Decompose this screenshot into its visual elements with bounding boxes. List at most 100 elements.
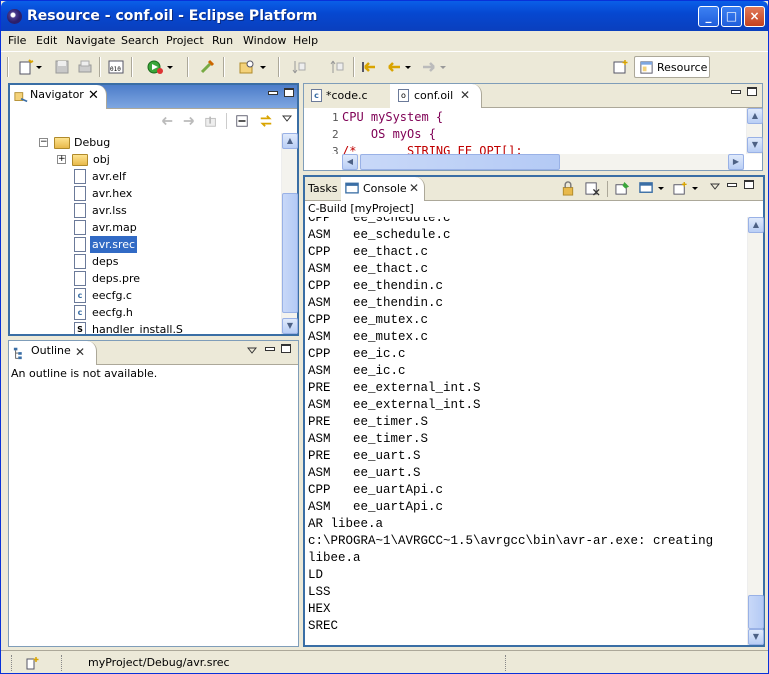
scroll-up-icon[interactable]: ▲: [748, 217, 764, 233]
tree-item-avr-lss[interactable]: avr.lss: [10, 202, 280, 219]
tab-conf-oil[interactable]: o conf.oil ✕: [390, 84, 482, 108]
open-perspective-icon[interactable]: [613, 59, 629, 75]
scroll-down-icon[interactable]: ▼: [747, 137, 763, 153]
minimize-view-icon[interactable]: [265, 347, 275, 351]
console-scrollbar[interactable]: ▲ ▼: [747, 217, 764, 645]
console-line: c:\PROGRA~1\AVRGCC~1.5\avrgcc\bin\avr-ar…: [308, 534, 714, 548]
scroll-right-icon[interactable]: ▶: [728, 154, 744, 170]
minimize-view-icon[interactable]: [731, 90, 741, 94]
clear-console-icon[interactable]: [585, 181, 600, 196]
forward-icon[interactable]: [182, 114, 196, 128]
collapse-all-icon[interactable]: [235, 114, 249, 128]
tree-item-avr-map[interactable]: avr.map: [10, 219, 280, 236]
collapse-icon[interactable]: −: [39, 138, 48, 147]
menu-file[interactable]: File: [8, 34, 26, 47]
hscroll-thumb[interactable]: [360, 154, 560, 170]
editor-vscroll[interactable]: ▲ ▼: [746, 108, 763, 154]
menu-window[interactable]: Window: [243, 34, 286, 47]
tree-item-debug[interactable]: − Debug: [10, 134, 280, 151]
binary-icon[interactable]: 010: [108, 59, 124, 75]
tree-item-eecfg-c[interactable]: c eecfg.c: [10, 287, 280, 304]
external-tools-icon[interactable]: [199, 59, 215, 75]
maximize-view-icon[interactable]: [744, 180, 754, 189]
code-editor[interactable]: 1 CPU mySystem { 2 OS myOs { 3 /* STRING…: [304, 108, 744, 154]
print-icon[interactable]: [77, 59, 93, 75]
console-line: LSS: [308, 585, 331, 599]
display-console-icon[interactable]: [639, 181, 654, 196]
console-line: PRE ee_uart.S: [308, 449, 421, 463]
tab-outline[interactable]: Outline ✕: [9, 341, 97, 365]
menu-project[interactable]: Project: [166, 34, 204, 47]
scroll-left-icon[interactable]: ◀: [342, 154, 358, 170]
maximize-view-icon[interactable]: [284, 88, 294, 97]
menu-search[interactable]: Search: [121, 34, 159, 47]
open-console-icon[interactable]: [673, 181, 688, 196]
scroll-thumb[interactable]: [748, 595, 764, 629]
last-edit-location-icon[interactable]: [361, 59, 377, 75]
tree-item-obj[interactable]: + obj: [10, 151, 280, 168]
open-console-dropdown-icon[interactable]: [691, 185, 699, 193]
close-tab-icon[interactable]: ✕: [460, 88, 470, 102]
open-type-dropdown-icon[interactable]: [259, 59, 267, 75]
tree-item-eecfg-h[interactable]: c eecfg.h: [10, 304, 280, 321]
console-output[interactable]: CPP ee_schedule.c ASM ee_schedule.c CPP ee…: [305, 217, 747, 645]
tree-item-avr-hex[interactable]: avr.hex: [10, 185, 280, 202]
tab-outline-label: Outline: [31, 344, 71, 357]
tab-code-c[interactable]: c *code.c: [304, 84, 390, 108]
menu-help[interactable]: Help: [293, 34, 318, 47]
new-icon[interactable]: [18, 59, 34, 75]
tree-item-deps[interactable]: deps: [10, 253, 280, 270]
close-console-icon[interactable]: ✕: [409, 181, 419, 195]
close-outline-icon[interactable]: ✕: [75, 345, 85, 359]
maximize-view-icon[interactable]: [747, 87, 757, 96]
tree-item-avr-elf[interactable]: avr.elf: [10, 168, 280, 185]
maximize-button[interactable]: □: [721, 6, 742, 27]
tree-item-avr-srec[interactable]: avr.srec: [10, 236, 280, 253]
scroll-up-icon[interactable]: ▲: [747, 108, 763, 124]
back-icon[interactable]: [386, 59, 402, 75]
new-dropdown-icon[interactable]: [35, 59, 43, 75]
menu-run[interactable]: Run: [212, 34, 233, 47]
expand-icon[interactable]: +: [57, 155, 66, 164]
forward-dropdown-icon[interactable]: [439, 59, 447, 75]
link-with-editor-icon[interactable]: [258, 114, 274, 128]
minimize-view-icon[interactable]: [727, 183, 737, 187]
up-icon[interactable]: [204, 114, 218, 128]
menu-navigate[interactable]: Navigate: [66, 34, 115, 47]
view-menu-icon[interactable]: [710, 182, 720, 192]
tab-tasks[interactable]: Tasks: [305, 177, 341, 201]
close-navigator-icon[interactable]: ✕: [88, 88, 99, 103]
tab-navigator[interactable]: Navigator ✕: [10, 85, 107, 109]
editor-hscroll[interactable]: ◀ ▶: [342, 154, 744, 170]
run-dropdown-icon[interactable]: [166, 59, 174, 75]
minimize-button[interactable]: _: [698, 6, 719, 27]
maximize-view-icon[interactable]: [281, 344, 291, 353]
display-dropdown-icon[interactable]: [657, 185, 665, 193]
resource-perspective-button[interactable]: Resource: [634, 56, 710, 78]
forward-icon[interactable]: [421, 59, 437, 75]
back-icon[interactable]: [160, 114, 174, 128]
scroll-down-icon[interactable]: ▼: [748, 629, 764, 645]
navigator-scrollbar[interactable]: ▲ ▼: [281, 133, 298, 334]
menu-edit[interactable]: Edit: [36, 34, 57, 47]
tree-item-handler-install[interactable]: S handler_install.S: [10, 321, 280, 334]
scroll-down-icon[interactable]: ▼: [282, 318, 298, 334]
minimize-view-icon[interactable]: [268, 91, 278, 95]
tree-item-deps-pre[interactable]: deps.pre: [10, 270, 280, 287]
scroll-thumb[interactable]: [282, 193, 298, 313]
next-annotation-icon[interactable]: [291, 59, 307, 75]
scroll-lock-icon[interactable]: [561, 181, 575, 196]
pin-console-icon[interactable]: [615, 181, 630, 196]
view-menu-icon[interactable]: [282, 114, 292, 124]
close-button[interactable]: ×: [744, 6, 765, 27]
back-dropdown-icon[interactable]: [404, 59, 412, 75]
save-icon[interactable]: [54, 59, 70, 75]
fast-view-icon[interactable]: [25, 655, 41, 671]
view-menu-icon[interactable]: [247, 346, 257, 356]
run-icon[interactable]: [147, 59, 163, 75]
prev-annotation-icon[interactable]: [329, 59, 345, 75]
scroll-up-icon[interactable]: ▲: [282, 133, 298, 149]
title-bar[interactable]: Resource - conf.oil - Eclipse Platform _…: [1, 1, 768, 31]
open-type-icon[interactable]: [239, 59, 255, 75]
tab-console[interactable]: Console ✕: [341, 177, 425, 201]
